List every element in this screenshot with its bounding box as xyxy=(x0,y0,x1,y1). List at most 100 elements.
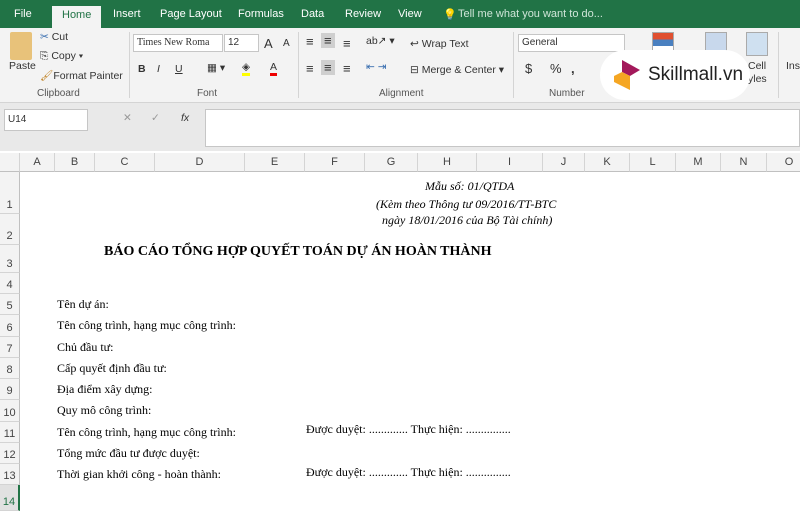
align-center-icon[interactable]: ≡ xyxy=(321,60,335,75)
row-header-11[interactable]: 11 xyxy=(0,422,20,443)
column-header-M[interactable]: M xyxy=(676,153,721,172)
font-color-icon[interactable]: A xyxy=(270,61,278,76)
field-label[interactable]: Địa điểm xây dựng: xyxy=(57,382,152,397)
column-header-A[interactable]: A xyxy=(20,153,55,172)
copy-icon: ⎘ xyxy=(40,50,52,62)
column-header-E[interactable]: E xyxy=(245,153,305,172)
tab-review[interactable]: Review xyxy=(345,8,381,20)
row-header-1[interactable]: 1 xyxy=(0,172,20,214)
column-header-G[interactable]: G xyxy=(365,153,418,172)
cancel-icon[interactable]: ✕ xyxy=(123,112,132,124)
divider xyxy=(298,32,299,98)
row-header-5[interactable]: 5 xyxy=(0,294,20,315)
approved-row-11[interactable]: Được duyệt: ............. Thực hiện: ...… xyxy=(306,422,511,437)
approved-row-13[interactable]: Được duyệt: ............. Thực hiện: ...… xyxy=(306,465,511,480)
column-header-L[interactable]: L xyxy=(630,153,676,172)
column-header-D[interactable]: D xyxy=(155,153,245,172)
paste-button[interactable]: Paste xyxy=(9,60,36,72)
column-header-C[interactable]: C xyxy=(95,153,155,172)
insert-button[interactable]: Ins xyxy=(786,60,800,72)
orientation-icon[interactable]: ab↗ ▾ xyxy=(366,35,395,47)
tab-data[interactable]: Data xyxy=(301,8,324,20)
grow-font-button[interactable]: A xyxy=(264,36,273,51)
select-all-corner[interactable] xyxy=(0,153,20,172)
lightbulb-icon: 💡 xyxy=(443,9,457,21)
name-box[interactable]: U14 xyxy=(4,109,88,131)
field-label[interactable]: Thời gian khởi công - hoàn thành: xyxy=(57,467,221,482)
field-label[interactable]: Tổng mức đầu tư được duyệt: xyxy=(57,446,200,461)
column-header-K[interactable]: K xyxy=(585,153,630,172)
italic-button[interactable]: I xyxy=(157,63,160,75)
number-format-select[interactable]: General xyxy=(518,34,625,52)
indent-icons[interactable]: ⇤ ⇥ xyxy=(366,61,387,73)
align-right-icon[interactable]: ≡ xyxy=(343,61,351,76)
wrap-text-button[interactable]: ↩ Wrap Text xyxy=(410,38,469,50)
comma-button[interactable]: , xyxy=(571,61,575,76)
row-header-2[interactable]: 2 xyxy=(0,214,20,245)
field-label[interactable]: Tên dự án: xyxy=(57,297,109,312)
field-label[interactable]: Chủ đầu tư: xyxy=(57,340,114,355)
cell-styles-label[interactable]: Cell xyxy=(748,60,766,72)
row-header-14[interactable]: 14 xyxy=(0,485,20,511)
attach-note[interactable]: (Kèm theo Thông tư 09/2016/TT-BTC xyxy=(376,197,556,212)
font-size-select[interactable]: 12 xyxy=(224,34,259,52)
underline-button[interactable]: U xyxy=(175,63,183,75)
row-header-12[interactable]: 12 xyxy=(0,443,20,464)
column-header-H[interactable]: H xyxy=(418,153,477,172)
cell-styles-icon[interactable] xyxy=(746,32,768,56)
align-middle-icon[interactable]: ≡ xyxy=(321,33,335,48)
column-header-J[interactable]: J xyxy=(543,153,585,172)
currency-button[interactable]: $ xyxy=(525,61,532,76)
tab-file[interactable]: File xyxy=(14,8,32,20)
tab-formulas[interactable]: Formulas xyxy=(238,8,284,20)
tab-home[interactable]: Home xyxy=(52,6,102,28)
scissors-icon: ✂ xyxy=(40,31,52,43)
row-header-3[interactable]: 3 xyxy=(0,245,20,273)
cell-styles-label-2[interactable]: yles xyxy=(748,73,767,85)
borders-icon[interactable]: ▦ ▾ xyxy=(207,62,225,74)
merge-center-button[interactable]: ⊟ Merge & Center ▾ xyxy=(410,64,504,76)
copy-button[interactable]: ⎘ Copy ▾ xyxy=(40,50,83,63)
format-painter-button[interactable]: 🖌Format Painter xyxy=(40,69,123,82)
row-header-8[interactable]: 8 xyxy=(0,358,20,379)
spreadsheet-grid: A B C D E F G H I J K L M N O 1 2 3 4 5 6 7 8 9 10 11 12 13 14 Mẫu s… xyxy=(0,151,800,511)
cut-button[interactable]: ✂ Cut xyxy=(40,31,68,43)
divider xyxy=(129,32,130,98)
align-bottom-icon[interactable]: ≡ xyxy=(343,36,351,51)
percent-button[interactable]: % xyxy=(550,61,562,76)
field-label[interactable]: Tên công trình, hạng mục công trình: xyxy=(57,425,236,440)
shrink-font-button[interactable]: A xyxy=(283,38,290,49)
fill-color-icon[interactable]: ◈ xyxy=(242,61,251,76)
column-header-I[interactable]: I xyxy=(477,153,543,172)
column-header-N[interactable]: N xyxy=(721,153,767,172)
row-header-7[interactable]: 7 xyxy=(0,337,20,358)
row-header-6[interactable]: 6 xyxy=(0,315,20,337)
row-header-10[interactable]: 10 xyxy=(0,400,20,422)
date-note[interactable]: ngày 18/01/2016 của Bộ Tài chính) xyxy=(382,213,552,228)
merge-icon: ⊟ xyxy=(410,64,422,76)
row-header-4[interactable]: 4 xyxy=(0,273,20,294)
font-name-select[interactable]: Times New Roma xyxy=(133,34,223,52)
report-title[interactable]: BÁO CÁO TỔNG HỢP QUYẾT TOÁN DỰ ÁN HOÀN T… xyxy=(104,244,492,260)
insert-function-button[interactable]: fx xyxy=(181,112,189,124)
column-header-F[interactable]: F xyxy=(305,153,365,172)
tab-insert[interactable]: Insert xyxy=(113,8,141,20)
field-label[interactable]: Cấp quyết định đầu tư: xyxy=(57,361,167,376)
enter-icon[interactable]: ✓ xyxy=(151,112,160,124)
column-header-O[interactable]: O xyxy=(767,153,800,172)
tab-page-layout[interactable]: Page Layout xyxy=(160,8,222,20)
align-top-icon[interactable]: ≡ xyxy=(306,34,314,49)
tell-me-search[interactable]: Tell me what you want to do... xyxy=(458,8,603,20)
tab-view[interactable]: View xyxy=(398,8,422,20)
bold-button[interactable]: B xyxy=(138,63,146,75)
form-number[interactable]: Mẫu số: 01/QTDA xyxy=(425,179,514,194)
row-header-13[interactable]: 13 xyxy=(0,464,20,485)
field-label[interactable]: Tên công trình, hạng mục công trình: xyxy=(57,318,236,333)
field-label[interactable]: Quy mô công trình: xyxy=(57,403,151,418)
divider xyxy=(778,32,779,98)
row-header-9[interactable]: 9 xyxy=(0,379,20,400)
align-left-icon[interactable]: ≡ xyxy=(306,61,314,76)
column-header-B[interactable]: B xyxy=(55,153,95,172)
formula-input[interactable] xyxy=(205,109,800,147)
brush-icon: 🖌 xyxy=(40,70,54,82)
